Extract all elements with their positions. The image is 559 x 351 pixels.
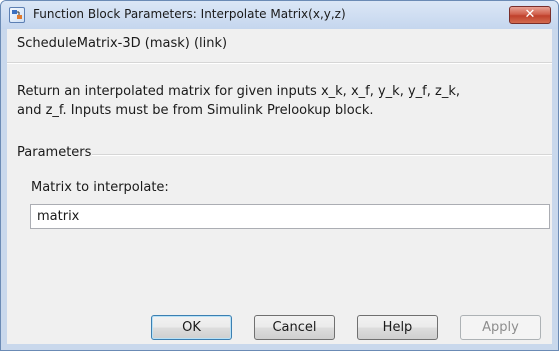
apply-button: Apply xyxy=(460,315,541,340)
dialog-body: ScheduleMatrix-3D (mask) (link) Return a… xyxy=(7,29,552,344)
title-bar[interactable]: Function Block Parameters: Interpolate M… xyxy=(1,1,558,29)
matrix-field-label: Matrix to interpolate: xyxy=(31,180,169,195)
help-button[interactable]: Help xyxy=(357,315,438,340)
ok-button[interactable]: OK xyxy=(151,315,232,340)
description-line: and z_f. Inputs must be from Simulink Pr… xyxy=(17,103,374,118)
parameters-section-label: Parameters xyxy=(17,145,92,160)
divider xyxy=(7,62,552,64)
block-name-heading: ScheduleMatrix-3D (mask) (link) xyxy=(17,36,228,51)
close-button[interactable]: ✕ xyxy=(509,6,551,24)
cancel-button[interactable]: Cancel xyxy=(254,315,335,340)
dialog-window: Function Block Parameters: Interpolate M… xyxy=(0,0,559,351)
matrix-input[interactable] xyxy=(30,204,550,229)
block-description: Return an interpolated matrix for given … xyxy=(17,82,547,120)
divider xyxy=(92,154,552,156)
description-line: Return an interpolated matrix for given … xyxy=(17,84,460,99)
window-title: Function Block Parameters: Interpolate M… xyxy=(33,7,346,21)
simulink-block-icon xyxy=(9,7,25,23)
close-icon: ✕ xyxy=(524,7,536,22)
